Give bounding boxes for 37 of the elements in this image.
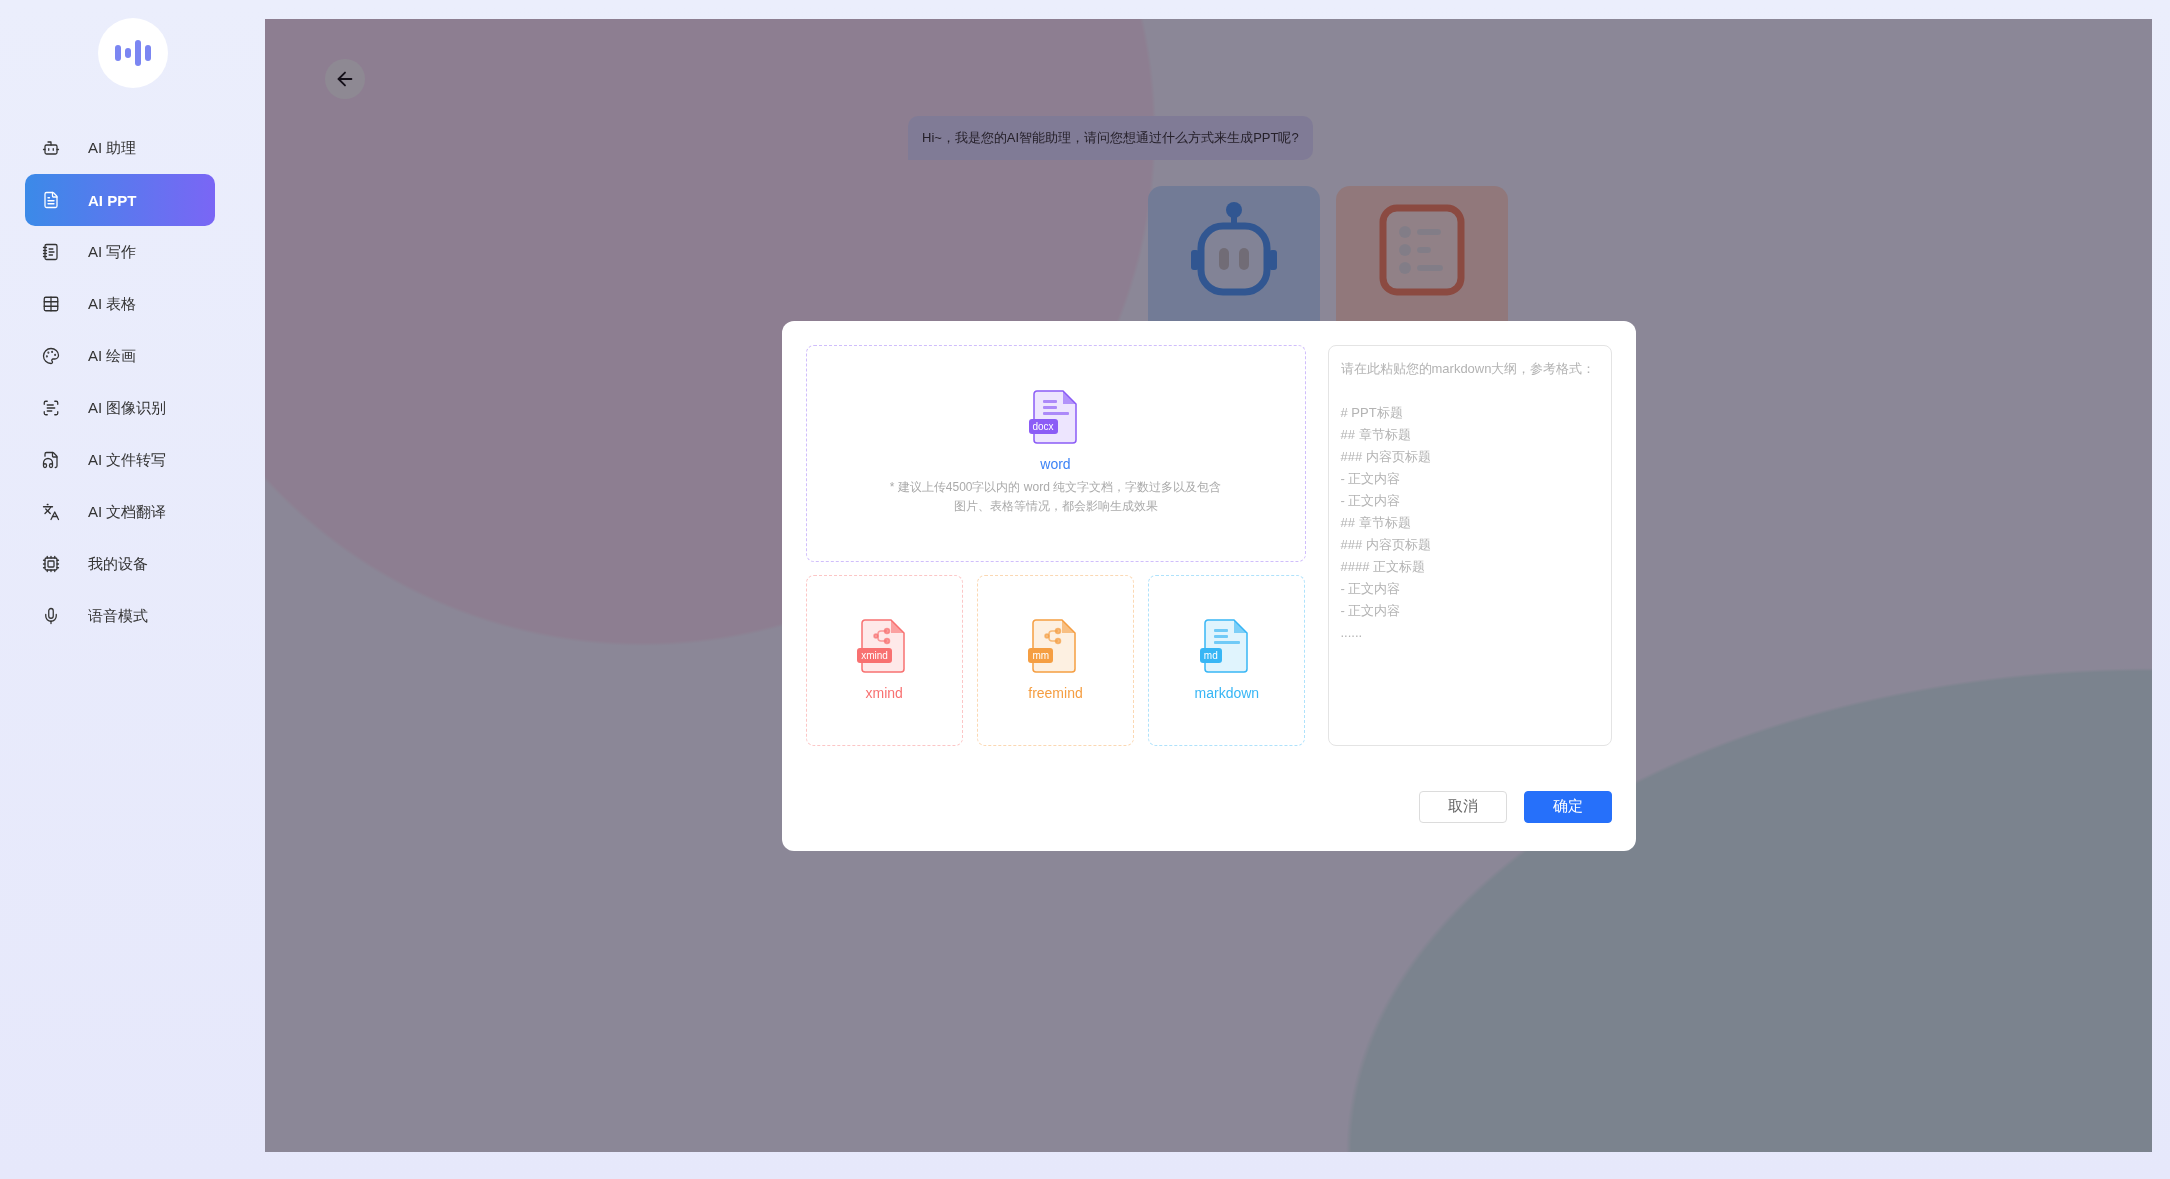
sidebar-item[interactable]: 语音模式 — [25, 590, 215, 642]
file-type-badge: md — [1199, 648, 1222, 663]
document-icon — [1203, 619, 1250, 673]
back-button[interactable] — [325, 59, 365, 99]
menu-icon — [42, 399, 60, 417]
menu-icon — [42, 503, 60, 521]
menu-icon — [42, 191, 60, 209]
upload-note: * 建议上传4500字以内的 word 纯文字文档，字数过多以及包含图片、表格等情况，都会影响生成效果 — [888, 479, 1223, 515]
option-label: word — [1040, 456, 1071, 472]
menu-icon — [42, 555, 60, 573]
menu-icon — [42, 243, 60, 261]
sidebar-item[interactable]: AI 图像识别 — [25, 382, 215, 434]
option-label: xmind — [865, 685, 903, 701]
sidebar-item[interactable]: AI 绘画 — [25, 330, 215, 382]
menu-icon — [42, 347, 60, 365]
file-type-badge: xmind — [857, 648, 892, 663]
cancel-button[interactable]: 取消 — [1418, 790, 1507, 823]
confirm-button[interactable]: 确定 — [1523, 790, 1612, 823]
menu-icon — [42, 295, 60, 313]
option-label: markdown — [1194, 685, 1260, 701]
sidebar-item[interactable]: AI 文件转写 — [25, 434, 215, 486]
outline-input-field[interactable]: 请在此粘贴您的markdown大纲，参考格式： # PPT标题 ## 章节标题 ### 内容页标题 - 正文内容 - 正文内容 ## 章节标题 ### 内容页标题 #### 正文标题 - 正文内容 - 正文内容 ...... — [1327, 344, 1612, 746]
menu-icon — [42, 451, 60, 469]
file-type-badge: mm — [1028, 648, 1054, 663]
menu-icon — [42, 139, 60, 157]
sidebar-item[interactable]: AI 写作 — [25, 226, 215, 278]
upload-option[interactable]: docx word * 建议上传4500字以内的 word 纯文字文档，字数过多以及包含图片、表格等情况，都会影响生成效果 — [805, 344, 1306, 562]
chat-bubble: Hi~，我是您的AI智能助理，请问您想通过什么方式来生成PPT呢? — [908, 116, 1313, 160]
menu-icon — [42, 607, 60, 625]
sidebar-item[interactable]: AI 文档翻译 — [25, 486, 215, 538]
file-type-badge: docx — [1028, 419, 1058, 434]
sidebar-item[interactable]: AI 表格 — [25, 278, 215, 330]
sound-bars-icon — [114, 40, 151, 66]
sidebar-item[interactable]: 我的设备 — [25, 538, 215, 590]
sidebar-item[interactable]: AI PPT — [25, 174, 215, 226]
sidebar-item[interactable]: AI 助理 — [25, 122, 215, 174]
option-label: freemind — [1028, 685, 1083, 701]
